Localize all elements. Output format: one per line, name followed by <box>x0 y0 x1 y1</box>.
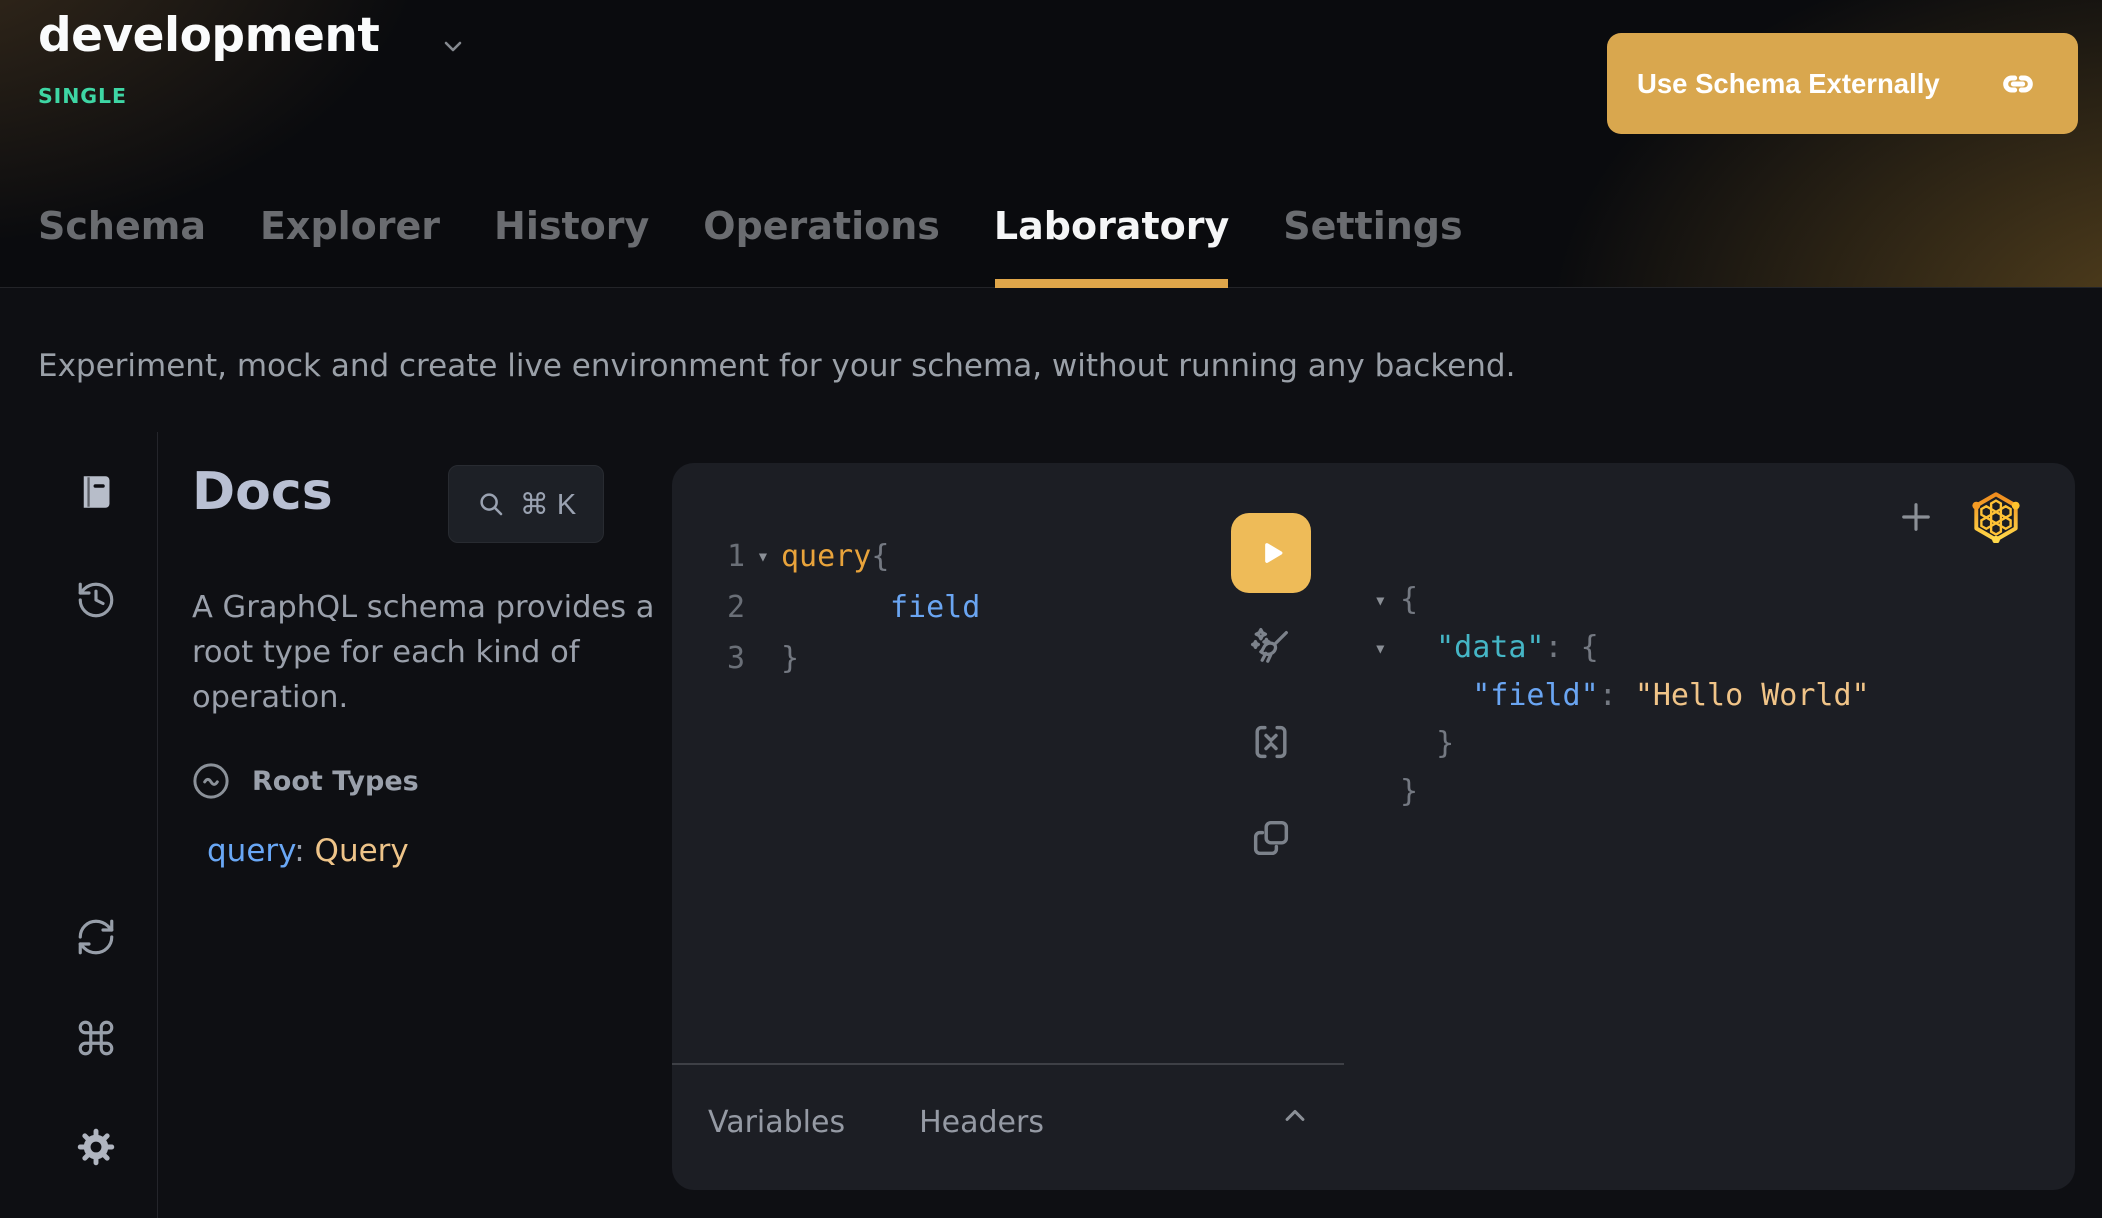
tab-schema[interactable]: Schema <box>38 204 206 288</box>
use-schema-label: Use Schema Externally <box>1637 68 1940 100</box>
search-icon <box>476 489 506 519</box>
docs-sidebar-button[interactable] <box>72 468 120 516</box>
merge-fragments-button[interactable] <box>1248 719 1294 765</box>
root-types-label: Root Types <box>252 766 419 797</box>
single-badge: SINGLE <box>38 84 127 108</box>
refresh-sidebar-button[interactable] <box>72 913 120 961</box>
fold-marker-icon[interactable]: ▾ <box>745 531 781 582</box>
merge-icon <box>1248 719 1294 765</box>
page-header: development SINGLE Use Schema Externally… <box>0 0 2102 288</box>
tab-settings[interactable]: Settings <box>1283 204 1462 288</box>
history-sidebar-button[interactable] <box>72 576 120 624</box>
copy-query-button[interactable] <box>1248 815 1294 861</box>
laboratory-page: development SINGLE Use Schema Externally… <box>0 0 2102 1218</box>
root-field-name: query <box>207 833 294 869</box>
command-menu-icon <box>75 1017 117 1059</box>
query-keyword: query <box>781 539 871 574</box>
operation-panel: 1 ▾ query{ 2 field 3 } <box>672 463 2075 1190</box>
tab-explorer[interactable]: Explorer <box>260 204 440 288</box>
fold-marker-icon[interactable]: ▾ <box>1374 624 1400 672</box>
search-shortcut-label: ⌘ K <box>520 487 576 522</box>
line-number: 1 <box>700 531 745 582</box>
prettify-button[interactable] <box>1248 624 1294 670</box>
root-type-query-link[interactable]: query: Query <box>207 833 409 869</box>
tab-headers[interactable]: Headers <box>919 1105 1044 1140</box>
settings-sidebar-button[interactable] <box>72 1123 120 1171</box>
add-tab-button[interactable] <box>1893 494 1939 540</box>
plus-icon <box>1895 496 1937 538</box>
settings-icon <box>75 1126 117 1168</box>
open-brace: { <box>871 539 889 574</box>
editor-footer-divider <box>672 1063 1344 1065</box>
docs-title: Docs <box>192 462 333 522</box>
close-brace: } <box>781 641 799 676</box>
page-description: Experiment, mock and create live environ… <box>38 348 1515 384</box>
response-line: ▾ { <box>1374 576 1870 624</box>
root-field-separator: : <box>294 833 314 869</box>
response-viewer: ▾ { ▾ "data": { "field": "Hello World" }… <box>1374 576 1870 816</box>
chevron-up-icon <box>1278 1099 1312 1133</box>
prettify-icon <box>1248 624 1294 670</box>
history-icon <box>75 579 117 621</box>
response-line: "field": "Hello World" <box>1374 672 1870 720</box>
response-line: } <box>1374 768 1870 816</box>
docs-icon <box>75 471 117 513</box>
editor-line: 1 ▾ query{ <box>672 531 889 582</box>
play-icon <box>1253 535 1289 571</box>
collapse-footer-button[interactable] <box>1272 1093 1318 1139</box>
tab-bar: Schema Explorer History Operations Labor… <box>38 204 1463 288</box>
root-type-name: Query <box>315 833 409 869</box>
root-types-icon <box>190 760 232 802</box>
link-icon <box>1998 64 2038 104</box>
json-key-data: "data" <box>1436 630 1544 665</box>
json-value-string: "Hello World" <box>1635 678 1870 713</box>
line-number: 2 <box>700 582 745 633</box>
response-line: } <box>1374 720 1870 768</box>
editor-line: 2 field <box>672 582 980 633</box>
sidebar-divider <box>157 432 158 1218</box>
use-schema-externally-button[interactable]: Use Schema Externally <box>1607 33 2078 134</box>
target-name: development <box>38 8 379 63</box>
copy-icon <box>1248 815 1294 861</box>
hive-logo-icon[interactable] <box>1968 489 2024 545</box>
fold-marker-icon[interactable]: ▾ <box>1374 576 1400 624</box>
editor-footer-tabs: Variables Headers <box>708 1105 1044 1140</box>
json-key-field: "field" <box>1472 678 1598 713</box>
tab-laboratory[interactable]: Laboratory <box>994 204 1229 288</box>
docs-intro-text: A GraphQL schema provides a root type fo… <box>192 585 670 720</box>
tab-history[interactable]: History <box>494 204 649 288</box>
shortcuts-sidebar-button[interactable] <box>72 1014 120 1062</box>
tab-operations[interactable]: Operations <box>703 204 940 288</box>
execute-query-button[interactable] <box>1231 513 1311 593</box>
line-number: 3 <box>700 633 745 684</box>
tab-variables[interactable]: Variables <box>708 1105 845 1140</box>
root-types-section-header: Root Types <box>190 760 419 802</box>
docs-search-button[interactable]: ⌘ K <box>448 465 604 543</box>
refresh-icon <box>75 916 117 958</box>
editor-line: 3 } <box>672 633 799 684</box>
response-line: ▾ "data": { <box>1374 624 1870 672</box>
chevron-down-icon[interactable] <box>438 32 468 62</box>
field-token: field <box>890 590 980 625</box>
